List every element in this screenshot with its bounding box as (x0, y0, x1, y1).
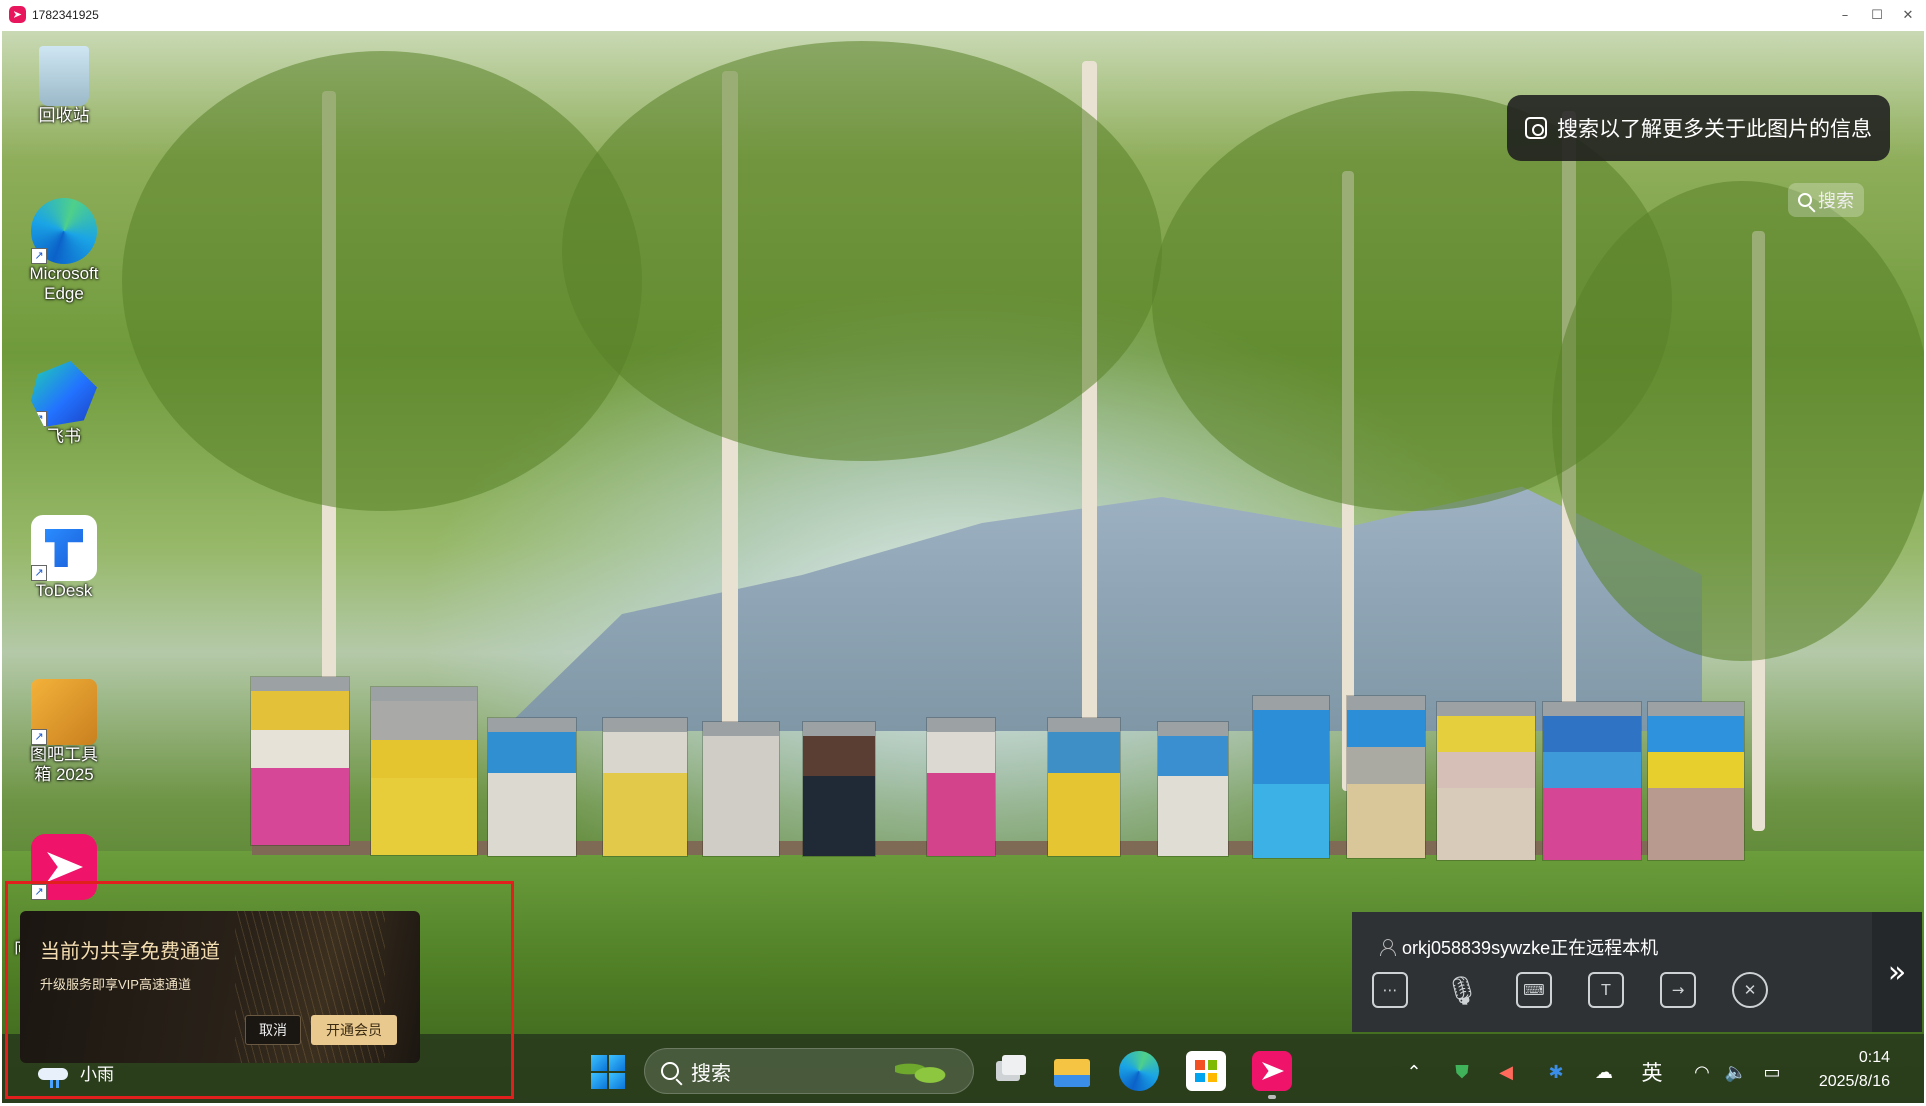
shortcut-arrow-icon: ↗ (31, 565, 47, 581)
edge-icon[interactable] (1119, 1051, 1159, 1091)
desktop-icon-recycle-bin[interactable]: 回收站 (24, 46, 104, 126)
input-language-indicator[interactable]: 英 (1638, 1058, 1666, 1086)
search-chip-label: 搜索 (1818, 191, 1854, 211)
bluetooth-icon[interactable]: ✱ (1542, 1058, 1570, 1086)
double-chevron-right-icon[interactable]: » (1872, 912, 1922, 1032)
shortcut-arrow-icon: ↗ (31, 729, 47, 745)
highlight-annotation-box (5, 881, 514, 1099)
beehive (702, 721, 780, 857)
beehive (370, 686, 478, 856)
desktop-icon-label: 飞书 (47, 427, 81, 446)
desktop-icon-toolbox[interactable]: ↗ 图吧工具箱 2025 (24, 679, 104, 785)
beehive (1542, 701, 1642, 861)
chat-icon[interactable]: ⋯ (1372, 972, 1408, 1008)
window-title: 1782341925 (32, 8, 99, 22)
desktop-icon-label: 回收站 (38, 106, 90, 125)
beehive (1157, 721, 1229, 857)
todesk-app-icon (9, 6, 26, 23)
user-icon (1380, 939, 1396, 956)
feishu-icon: ↗ (31, 361, 97, 427)
edge-icon: ↗ (31, 198, 97, 264)
desktop-icon-label: Microsoft Edge (29, 264, 99, 303)
volume-icon[interactable]: 🔈 (1722, 1058, 1750, 1086)
remote-desktop-window: 1782341925 – ☐ ✕ 回收站 ↗ Microsoft Edge ↗ … (0, 0, 1926, 1106)
clock-date: 2025/8/16 (1818, 1073, 1890, 1090)
keyboard-icon[interactable]: ⌨ (1516, 972, 1552, 1008)
visual-search-icon (1525, 117, 1547, 139)
maximize-icon[interactable]: ☐ (1866, 4, 1888, 26)
recycle-bin-icon (39, 46, 89, 106)
task-view-icon[interactable] (990, 1051, 1030, 1091)
battery-icon[interactable]: ▭ (1758, 1058, 1786, 1086)
file-explorer-icon[interactable] (1052, 1051, 1092, 1091)
remote-user-status: orkj058839sywzke正在远程本机 (1380, 934, 1658, 960)
desktop-icon-label: ToDesk (35, 581, 93, 600)
beehive (926, 717, 996, 857)
volume-muted-app-icon[interactable]: ◀ (1492, 1058, 1520, 1086)
taskbar-clock[interactable]: 0:14 2025/8/16 (1800, 1046, 1890, 1094)
clock-time: 0:14 (1858, 1049, 1890, 1066)
beehive (802, 721, 876, 857)
beehive (1252, 695, 1330, 859)
minimize-icon[interactable]: – (1834, 4, 1856, 26)
visual-search-button[interactable]: 搜索以了解更多关于此图片的信息 (1507, 95, 1890, 161)
search-icon (1798, 193, 1812, 207)
active-app-indicator (1268, 1095, 1276, 1099)
todesk-icon: ↗ (31, 515, 97, 581)
desktop-icon-todesk[interactable]: ↗ ToDesk (24, 515, 104, 601)
close-session-icon[interactable]: ✕ (1732, 972, 1768, 1008)
search-icon (661, 1062, 679, 1080)
beehive (1647, 701, 1745, 861)
remote-user-text: orkj058839sywzke正在远程本机 (1402, 938, 1659, 958)
tree-foliage (1552, 181, 1924, 661)
file-transfer-icon[interactable]: → (1660, 972, 1696, 1008)
desktop-icon-feishu[interactable]: ↗ 飞书 (24, 361, 104, 447)
desktop-icon-edge[interactable]: ↗ Microsoft Edge (24, 198, 104, 304)
shortcut-arrow-icon: ↗ (31, 411, 47, 427)
beehive (1047, 717, 1121, 857)
toolbox-icon: ↗ (31, 679, 97, 745)
onedrive-icon[interactable]: ☁ (1590, 1058, 1618, 1086)
remote-toolbar: ⋯ 🎙 ⌨ T → ✕ (1372, 972, 1768, 1008)
background-mountains (502, 486, 1702, 731)
desktop-icon-label: 图吧工具箱 2025 (30, 745, 98, 784)
taskbar-search-placeholder: 搜索 (691, 1062, 731, 1085)
beehive (1436, 701, 1536, 861)
remote-control-panel: orkj058839sywzke正在远程本机 ⋯ 🎙 ⌨ T → ✕ (1352, 912, 1872, 1032)
chevron-up-icon[interactable]: ⌃ (1400, 1058, 1428, 1086)
close-icon[interactable]: ✕ (1897, 4, 1919, 26)
tree-foliage (122, 51, 642, 511)
microphone-icon[interactable]: 🎙 (1444, 972, 1480, 1008)
tree-foliage (562, 41, 1162, 461)
wifi-icon[interactable]: ◠ (1688, 1058, 1716, 1086)
store-icon[interactable] (1186, 1051, 1226, 1091)
beehive (602, 717, 688, 857)
text-icon[interactable]: T (1588, 972, 1624, 1008)
title-bar: 1782341925 – ☐ ✕ (0, 0, 1926, 31)
todesk-app-icon[interactable] (1252, 1051, 1292, 1091)
beehive (487, 717, 577, 857)
shortcut-arrow-icon: ↗ (31, 248, 47, 264)
beehive (1346, 695, 1426, 859)
search-highlight-icon (895, 1057, 965, 1087)
security-shield-icon[interactable]: ⛊ (1448, 1058, 1476, 1086)
beehive (250, 676, 350, 846)
search-chip[interactable]: 搜索 (1788, 183, 1864, 217)
windows-start-icon[interactable] (591, 1055, 625, 1089)
taskbar-search-box[interactable]: 搜索 (644, 1048, 974, 1094)
visual-search-label: 搜索以了解更多关于此图片的信息 (1557, 118, 1872, 141)
